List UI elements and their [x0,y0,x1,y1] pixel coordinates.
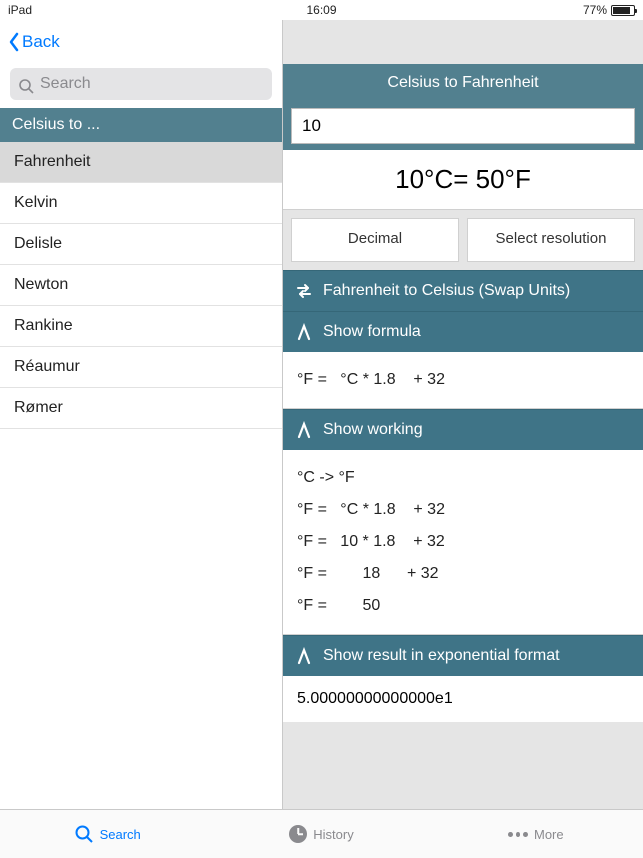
search-icon [18,78,34,94]
working-line: °C -> °F [297,462,629,494]
list-item[interactable]: Kelvin [0,183,282,224]
resolution-picker[interactable]: Select resolution [467,218,635,262]
result-display: 10°C= 50°F [283,150,643,210]
working-line: °F = 50 [297,590,629,622]
value-input[interactable] [291,108,635,144]
conversion-title: Celsius to Fahrenheit [283,64,643,102]
battery-icon [611,5,635,16]
list-item[interactable]: Newton [0,265,282,306]
sidebar: Back Celsius to ... FahrenheitKelvinDeli… [0,20,283,809]
device-label: iPad [8,3,32,17]
working-line: °F = 18 + 32 [297,558,629,590]
back-button[interactable]: Back [8,32,60,52]
format-picker[interactable]: Decimal [291,218,459,262]
list-section-header: Celsius to ... [0,108,282,142]
status-bar: iPad 16:09 77% [0,0,643,20]
main-panel: Celsius to Fahrenheit 10°C= 50°F Decimal… [283,20,643,809]
tab-search[interactable]: Search [0,810,214,858]
tab-history[interactable]: History [214,810,428,858]
resolution-picker-value: Select resolution [468,229,634,249]
tab-more-label: More [534,827,564,842]
tab-search-label: Search [100,827,141,842]
chevron-left-icon [8,32,20,52]
exp-header: Show result in exponential format [323,647,560,665]
show-working-button[interactable]: Show working [283,409,643,450]
swap-units-button[interactable]: Fahrenheit to Celsius (Swap Units) [283,270,643,311]
list-item[interactable]: Rankine [0,306,282,347]
show-formula-button[interactable]: Show formula [283,311,643,352]
tab-more[interactable]: More [429,810,643,858]
swap-label: Fahrenheit to Celsius (Swap Units) [323,282,570,300]
list-item[interactable]: Fahrenheit [0,142,282,183]
clock-icon [289,825,307,843]
back-label: Back [22,32,60,52]
search-icon [74,824,94,844]
clock-time: 16:09 [306,3,336,17]
swap-icon [295,282,313,300]
list-item[interactable]: Rømer [0,388,282,429]
search-input[interactable] [10,68,272,100]
tab-history-label: History [313,827,353,842]
format-picker-value: Decimal [292,229,458,249]
formula-body: °F = °C * 1.8 + 32 [283,352,643,409]
working-header: Show working [323,421,423,439]
formula-header: Show formula [323,323,421,341]
battery-pct: 77% [583,3,607,17]
working-line: °F = 10 * 1.8 + 32 [297,526,629,558]
tab-bar: Search History More [0,809,643,858]
lambda-icon [295,421,313,439]
unit-list: FahrenheitKelvinDelisleNewtonRankineRéau… [0,142,282,809]
lambda-icon [295,323,313,341]
lambda-icon [295,647,313,665]
more-icon [508,824,528,844]
list-item[interactable]: Réaumur [0,347,282,388]
working-line: °F = °C * 1.8 + 32 [297,494,629,526]
list-item[interactable]: Delisle [0,224,282,265]
show-exp-button[interactable]: Show result in exponential format [283,635,643,676]
exp-value: 5.00000000000000e1 [283,676,643,722]
working-body: °C -> °F°F = °C * 1.8 + 32°F = 10 * 1.8 … [283,450,643,635]
